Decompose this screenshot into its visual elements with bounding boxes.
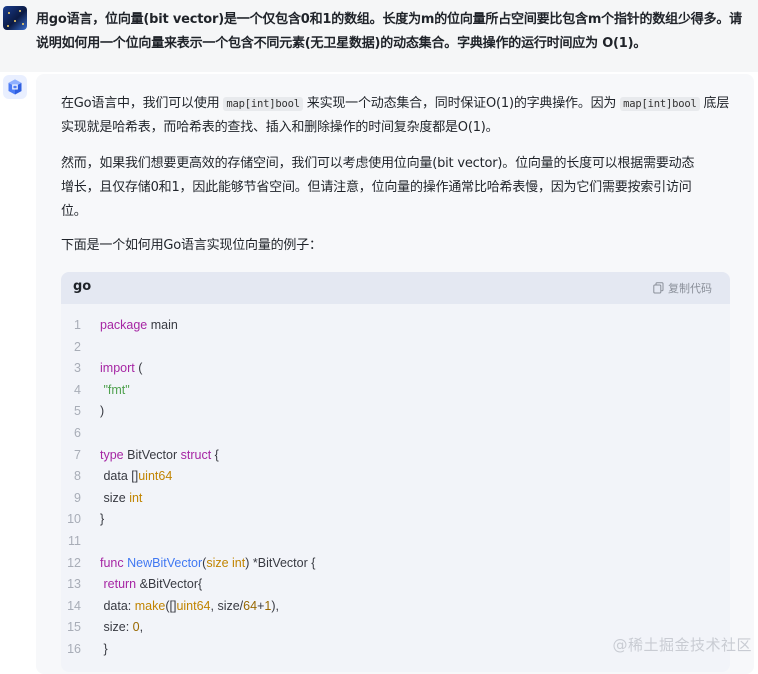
code-text: "fmt": [103, 382, 130, 397]
question-line: 说明如何用一个位向量来表示一个包含不同元素(无卫星数据)的动态集合。字典操作的运…: [36, 36, 647, 51]
inline-code: map[int]bool: [620, 97, 700, 111]
code-line: 5): [61, 401, 730, 423]
code-line: 2: [61, 337, 730, 359]
code-text: size int: [100, 490, 143, 505]
code-line: 6: [61, 423, 730, 445]
code-line: 7 type BitVector struct {: [61, 445, 730, 467]
code-text: import (: [100, 361, 143, 376]
paragraph-line: 下面是一个如何用Go语言实现位向量的例子：: [61, 238, 322, 253]
line-number: 1: [74, 318, 81, 332]
code-lines: 1 package main 2 3 import ( 4 "fmt" 5) 6 7…: [61, 315, 730, 661]
paragraph-line: 然而，如果我们想要更高效的存储空间，我们可以考虑使用位向量(bit vector…: [61, 156, 695, 171]
code-header: go 复制代码: [61, 272, 730, 304]
line-number: 4: [74, 382, 81, 397]
line-number: 15: [67, 620, 81, 635]
code-line: 3 import (: [61, 358, 730, 380]
code-text: package main: [100, 318, 178, 332]
code-text: type BitVector struct {: [100, 447, 219, 462]
copy-code-label: 复制代码: [668, 282, 712, 295]
code-block: go 复制代码 1 package main 2 3 import ( 4 "fmt…: [61, 272, 730, 672]
line-number: 5: [74, 404, 81, 419]
line-number: 14: [67, 598, 81, 613]
code-text: data []uint64: [100, 469, 173, 484]
paragraph-line: 实现就是哈希表，而哈希表的查找、插入和删除操作的时间复杂度都是O(1)。: [61, 120, 499, 135]
code-line: 1 package main: [61, 315, 730, 337]
copy-code-button[interactable]: 复制代码: [653, 280, 712, 296]
assistant-avatar: [3, 75, 27, 99]
code-text: }: [100, 512, 105, 527]
code-line: 8 data []uint64: [61, 466, 730, 488]
code-line: 10}: [61, 509, 730, 531]
line-number: 11: [68, 533, 81, 548]
code-text: data: make([]uint64, size/64+1),: [100, 598, 279, 613]
line-number: 16: [67, 641, 81, 656]
question-line: 用go语言，位向量(bit vector)是一个仅包含0和1的数组。长度为m的位…: [36, 12, 742, 27]
line-number: 10: [67, 512, 81, 527]
line-number: 12: [67, 555, 81, 570]
code-line: 12 func NewBitVector(size int) *BitVector…: [61, 553, 730, 575]
line-number: 3: [74, 361, 81, 376]
code-line: 4 "fmt": [61, 380, 730, 402]
line-number: 7: [74, 447, 81, 462]
paragraph-line: 增长，且仅存储0和1，因此能够节省空间。但请注意，位向量的操作通常比哈希表慢，因…: [61, 180, 692, 195]
line-number: 8: [74, 469, 81, 484]
text: 在Go语言中，我们可以使用: [61, 96, 224, 111]
text: 底层: [699, 96, 730, 111]
line-number: 6: [74, 425, 81, 440]
code-line: 9 size int: [61, 488, 730, 510]
line-number: 9: [74, 490, 81, 505]
code-text: return &BitVector{: [103, 577, 203, 592]
user-avatar: [3, 6, 27, 30]
code-text: func NewBitVector(size int) *BitVector {: [100, 555, 316, 570]
paragraph-line: 位。: [61, 204, 87, 219]
code-language: go: [73, 279, 92, 294]
code-text: }: [100, 641, 108, 656]
paragraph-line: 在Go语言中，我们可以使用 map[int]bool 来实现一个动态集合，同时保…: [61, 92, 729, 116]
code-line: 14 data: make([]uint64, size/64+1),: [61, 596, 730, 618]
code-line: 13 return &BitVector{: [61, 574, 730, 596]
line-number: 2: [74, 339, 81, 354]
watermark: @稀土掘金技术社区: [612, 636, 752, 654]
code-text: size: 0,: [100, 620, 144, 635]
cube-icon: [8, 79, 22, 95]
code-text: ): [100, 404, 105, 419]
text: 来实现一个动态集合，同时保证O(1)的字典操作。因为: [302, 96, 621, 111]
answer-paragraph-3: 下面是一个如何用Go语言实现位向量的例子：: [61, 234, 322, 258]
code-line: 11: [61, 531, 730, 553]
copy-icon: [653, 282, 664, 294]
inline-code: map[int]bool: [223, 97, 303, 111]
line-number: 13: [67, 577, 81, 592]
answer-paragraph-2: 然而，如果我们想要更高效的存储空间，我们可以考虑使用位向量(bit vector…: [61, 152, 694, 224]
answer-paragraph-1: 在Go语言中，我们可以使用 map[int]bool 来实现一个动态集合，同时保…: [61, 92, 729, 140]
question-text: 用go语言，位向量(bit vector)是一个仅包含0和1的数组。长度为m的位…: [36, 8, 752, 56]
user-question: 用go语言，位向量(bit vector)是一个仅包含0和1的数组。长度为m的位…: [0, 0, 758, 72]
